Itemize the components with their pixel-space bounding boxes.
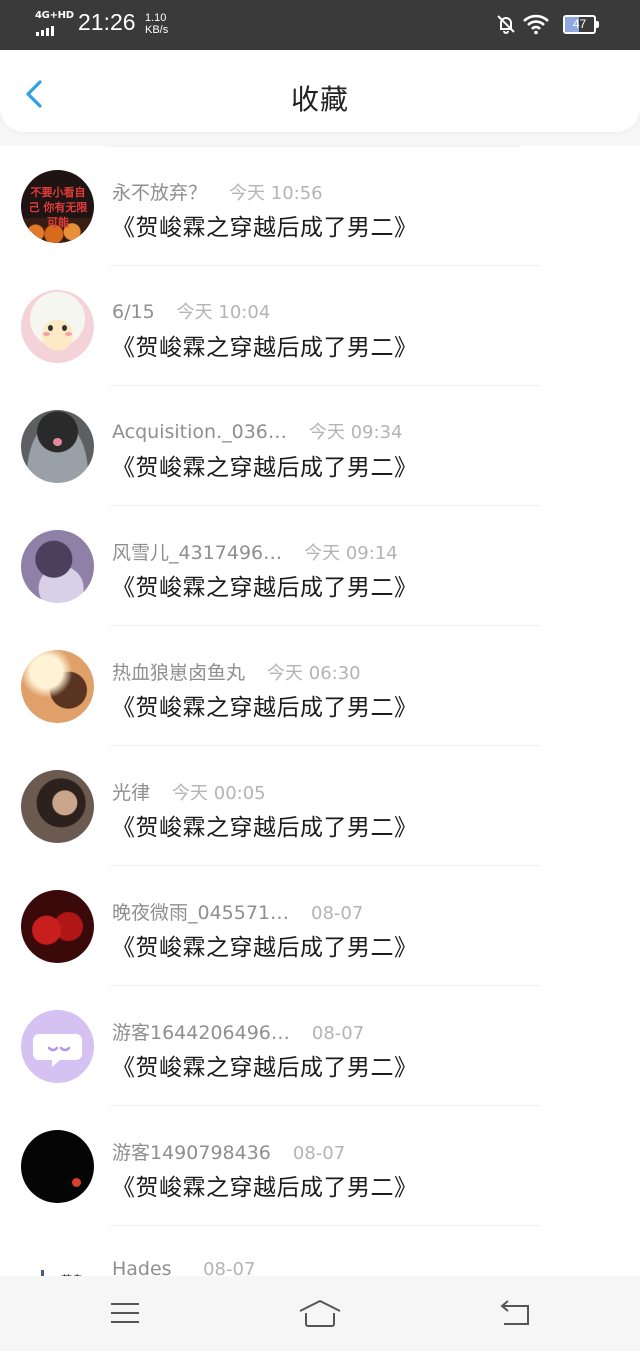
user-name: 风雪儿_4317496…	[112, 542, 283, 564]
time-stamp: 今天 10:56	[229, 183, 323, 204]
item-meta: 风雪儿_4317496… 今天 09:14	[112, 538, 398, 565]
status-bar: 4G+HD 21:26 1.10 KB/s 47	[0, 0, 640, 50]
item-meta: Acquisition._036… 今天 09:34	[112, 418, 402, 444]
list-item[interactable]: 游客1490798436 08-07 《贺峻霖之穿越后成了男二》	[0, 1106, 640, 1226]
list-item[interactable]: 光律 今天 00:05 《贺峻霖之穿越后成了男二》	[0, 746, 640, 866]
back-icon[interactable]	[496, 1296, 536, 1330]
signal-icon: 4G+HD	[35, 10, 74, 36]
book-title: 《贺峻霖之穿越后成了男二》	[112, 935, 418, 961]
user-name: Hades_	[112, 1258, 182, 1276]
time-stamp: 今天 06:30	[267, 663, 361, 684]
list-item[interactable]: 热血狼崽卤鱼丸 今天 06:30 《贺峻霖之穿越后成了男二》	[0, 626, 640, 746]
book-title: 《贺峻霖之穿越后成了男二》	[112, 575, 418, 601]
avatar[interactable]	[21, 530, 94, 603]
user-name: Acquisition._036…	[112, 421, 287, 443]
book-title: 《贺峻霖之穿越后成了男二》	[112, 1055, 418, 1081]
list-item[interactable]: 风雪儿_4317496… 今天 09:14 《贺峻霖之穿越后成了男二》	[0, 506, 640, 626]
avatar[interactable]	[21, 1010, 94, 1083]
system-nav-bar	[0, 1276, 640, 1351]
avatar[interactable]	[21, 770, 94, 843]
item-meta: 游客1490798436 08-07	[112, 1138, 345, 1165]
menu-icon[interactable]	[105, 1296, 145, 1330]
header: 收藏	[0, 50, 640, 132]
time-stamp: 08-07	[292, 1143, 346, 1164]
item-meta: 光律 今天 00:05	[112, 778, 266, 805]
item-meta: 晚夜微雨_045571… 08-07	[112, 898, 363, 925]
avatar[interactable]	[21, 290, 94, 363]
user-name: 6/15	[112, 301, 155, 323]
user-name: 热血狼崽卤鱼丸	[112, 662, 246, 684]
list-item[interactable]: 游客1644206496… 08-07 《贺峻霖之穿越后成了男二》	[0, 986, 640, 1106]
book-title: 《贺峻霖之穿越后成了男二》	[112, 695, 418, 721]
battery-icon: 47	[563, 15, 596, 34]
network-type: 4G+HD	[35, 10, 74, 21]
user-name: 晚夜微雨_045571…	[112, 902, 290, 924]
avatar-caption: 不要小看自己 你有无限可能	[28, 186, 88, 229]
item-meta: Hades_ 08-07	[112, 1258, 255, 1276]
book-title: 《贺峻霖之穿越后成了男二》	[112, 815, 418, 841]
home-icon[interactable]	[298, 1296, 342, 1330]
item-meta: 热血狼崽卤鱼丸 今天 06:30	[112, 658, 361, 685]
list-item[interactable]: 蒜鸟 Hades_ 08-07	[0, 1226, 640, 1276]
time-stamp: 今天 00:05	[172, 783, 266, 804]
network-speed-value: 1.10	[145, 12, 167, 24]
book-title: 《贺峻霖之穿越后成了男二》	[112, 455, 418, 481]
avatar[interactable]	[21, 410, 94, 483]
user-name: 游客1644206496…	[112, 1022, 290, 1044]
chat-bubble-icon	[33, 1034, 82, 1067]
time-stamp: 今天 09:14	[304, 543, 398, 564]
item-meta: 游客1644206496… 08-07	[112, 1018, 364, 1045]
avatar[interactable]	[21, 650, 94, 723]
user-name: 游客1490798436	[112, 1142, 271, 1164]
item-meta: 6/15 今天 10:04	[112, 298, 270, 324]
book-title: 《贺峻霖之穿越后成了男二》	[112, 335, 418, 361]
list-item[interactable]: Acquisition._036… 今天 09:34 《贺峻霖之穿越后成了男二》	[0, 386, 640, 506]
network-speed-unit: KB/s	[145, 24, 169, 36]
user-name: 光律	[112, 782, 151, 804]
clock: 21:26	[78, 9, 136, 35]
time-stamp: 今天 09:34	[308, 422, 403, 443]
time-stamp: 今天 10:04	[176, 302, 271, 323]
list-item[interactable]: 晚夜微雨_045571… 08-07 《贺峻霖之穿越后成了男二》	[0, 866, 640, 986]
list-item[interactable]: 6/15 今天 10:04 《贺峻霖之穿越后成了男二》	[0, 266, 640, 386]
avatar[interactable]: 蒜鸟	[21, 1250, 94, 1276]
wifi-icon	[523, 14, 549, 35]
avatar[interactable]	[21, 1130, 94, 1203]
user-name: 永不放弃？	[112, 182, 208, 204]
avatar[interactable]: 不要小看自己 你有无限可能	[21, 170, 94, 243]
time-stamp: 08-07	[311, 903, 364, 924]
network-speed: 1.10 KB/s	[145, 12, 168, 36]
item-meta: 永不放弃？ 今天 10:56	[112, 178, 323, 205]
mute-bell-icon	[497, 15, 515, 34]
battery-tip	[596, 21, 599, 28]
time-stamp: 08-07	[203, 1259, 256, 1276]
book-title: 《贺峻霖之穿越后成了男二》	[112, 215, 418, 241]
time-stamp: 08-07	[311, 1023, 365, 1044]
avatar[interactable]	[21, 890, 94, 963]
page-title: 收藏	[290, 83, 349, 116]
battery-level: 47	[572, 17, 587, 31]
favorites-list: 不要小看自己 你有无限可能 永不放弃？ 今天 10:56 《贺峻霖之穿越后成了男二…	[0, 146, 640, 1276]
list-item[interactable]: 不要小看自己 你有无限可能 永不放弃？ 今天 10:56 《贺峻霖之穿越后成了男二…	[0, 146, 640, 266]
book-title: 《贺峻霖之穿越后成了男二》	[112, 1175, 418, 1201]
